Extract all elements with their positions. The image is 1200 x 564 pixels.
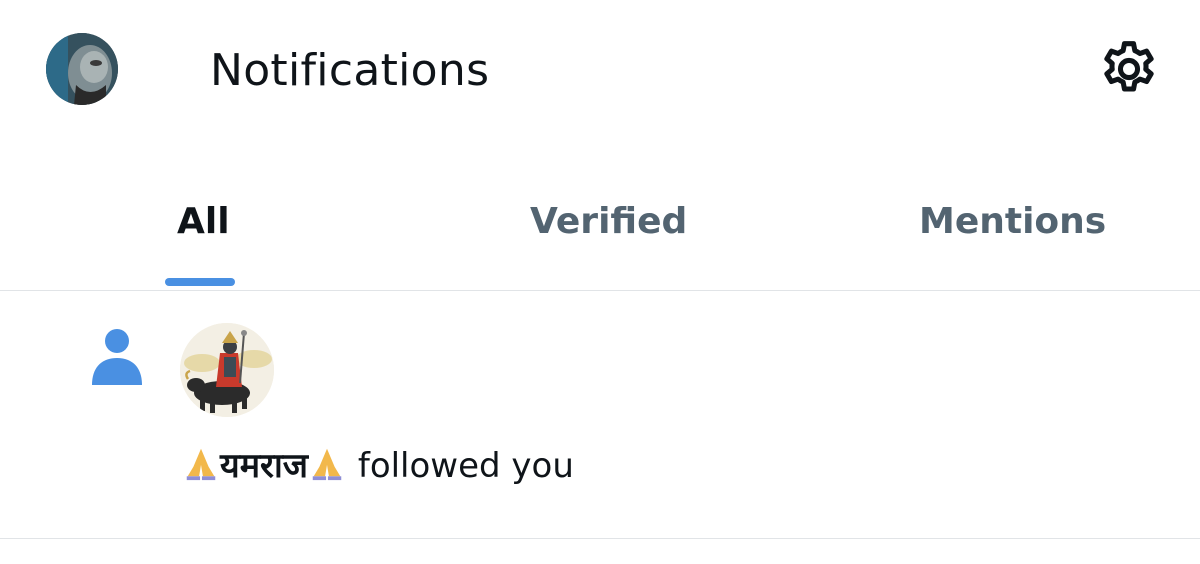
follower-name[interactable]: यमराज xyxy=(182,446,358,486)
gear-icon xyxy=(1104,41,1154,92)
tab-all-label: All xyxy=(177,201,230,242)
notification-tabs: All Verified Mentions xyxy=(0,180,1200,291)
tab-mentions[interactable]: Mentions xyxy=(800,180,1200,290)
top-bar: Notifications xyxy=(0,0,1200,140)
settings-button[interactable] xyxy=(1094,37,1164,101)
follower-avatar-image xyxy=(180,323,274,417)
tab-verified[interactable]: Verified xyxy=(400,180,800,290)
notification-item[interactable]: यमराज followed you xyxy=(0,291,1200,539)
follower-name-text: यमराज xyxy=(220,446,308,486)
tab-verified-label: Verified xyxy=(530,201,688,242)
tab-mentions-label: Mentions xyxy=(919,201,1107,242)
profile-avatar[interactable] xyxy=(46,33,118,105)
folded-hands-emoji xyxy=(312,448,342,481)
tab-all[interactable]: All xyxy=(0,180,400,290)
profile-avatar-image xyxy=(46,33,118,105)
active-tab-indicator xyxy=(165,278,235,286)
notification-action: followed you xyxy=(357,446,574,486)
page-title: Notifications xyxy=(210,45,490,96)
follower-avatar[interactable] xyxy=(180,323,274,417)
folded-hands-emoji xyxy=(186,448,216,481)
notification-text: यमराज followed you xyxy=(182,443,574,489)
person-follow-icon xyxy=(88,327,146,389)
